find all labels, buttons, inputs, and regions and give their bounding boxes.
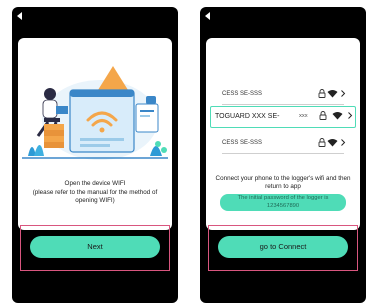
wifi-list-item[interactable]: CESS SE-SSS — [218, 86, 348, 102]
chevron-right-icon — [341, 139, 346, 146]
instruction-card: Open the device WIFI (please refer to th… — [18, 38, 172, 230]
phone-screen-open-wifi: Open the device WIFI (please refer to th… — [12, 7, 178, 303]
password-hint-label: The initial password of the logger is — [237, 195, 329, 201]
instruction-title: Open the device WIFI — [64, 180, 126, 187]
instruction-note: (please refer to the manual for the meth… — [32, 188, 158, 205]
wifi-row-icons — [318, 86, 346, 102]
password-hint: The initial password of the logger is 12… — [220, 194, 346, 211]
next-button[interactable]: Next — [30, 236, 160, 258]
lock-icon — [318, 88, 326, 98]
divider — [222, 104, 344, 105]
back-arrow-icon[interactable] — [17, 12, 22, 20]
chevron-right-icon — [348, 112, 353, 120]
next-button-area: Next — [20, 225, 170, 271]
password-value: 1234567890 — [266, 202, 300, 209]
chevron-right-icon — [341, 90, 346, 97]
wifi-network-name: TOGUARD XXX SE- — [215, 113, 280, 120]
open-wifi-instruction: Open the device WIFI (please refer to th… — [22, 180, 168, 206]
wifi-network-name: CESS SE-SSS — [222, 140, 263, 146]
wifi-signal-icon — [327, 89, 338, 98]
wifi-signal-icon — [332, 112, 343, 120]
connect-instruction: Connect your phone to the logger's wifi … — [215, 175, 351, 190]
wifi-list-card: CESS SE-SSS TOGUARD XXX SE- xxx CESS SE-… — [206, 38, 360, 230]
wifi-list-item-selected[interactable]: TOGUARD XXX SE- xxx — [210, 106, 356, 128]
wifi-network-suffix: xxx — [299, 113, 308, 119]
lock-icon — [318, 137, 326, 147]
wifi-network-name: CESS SE-SSS — [222, 91, 263, 97]
lock-icon — [319, 111, 327, 121]
wifi-row-icons — [319, 107, 353, 126]
wifi-row-icons — [318, 135, 346, 151]
divider — [222, 153, 344, 154]
wifi-list-item[interactable]: CESS SE-SSS — [218, 135, 348, 151]
phone-screen-connect-wifi: CESS SE-SSS TOGUARD XXX SE- xxx CESS SE-… — [200, 7, 366, 303]
wifi-signal-icon — [327, 138, 338, 147]
open-wifi-illustration — [22, 66, 168, 160]
go-to-connect-button[interactable]: go to Connect — [218, 236, 348, 258]
connect-button-area: go to Connect — [208, 225, 358, 271]
back-arrow-icon[interactable] — [205, 12, 210, 20]
